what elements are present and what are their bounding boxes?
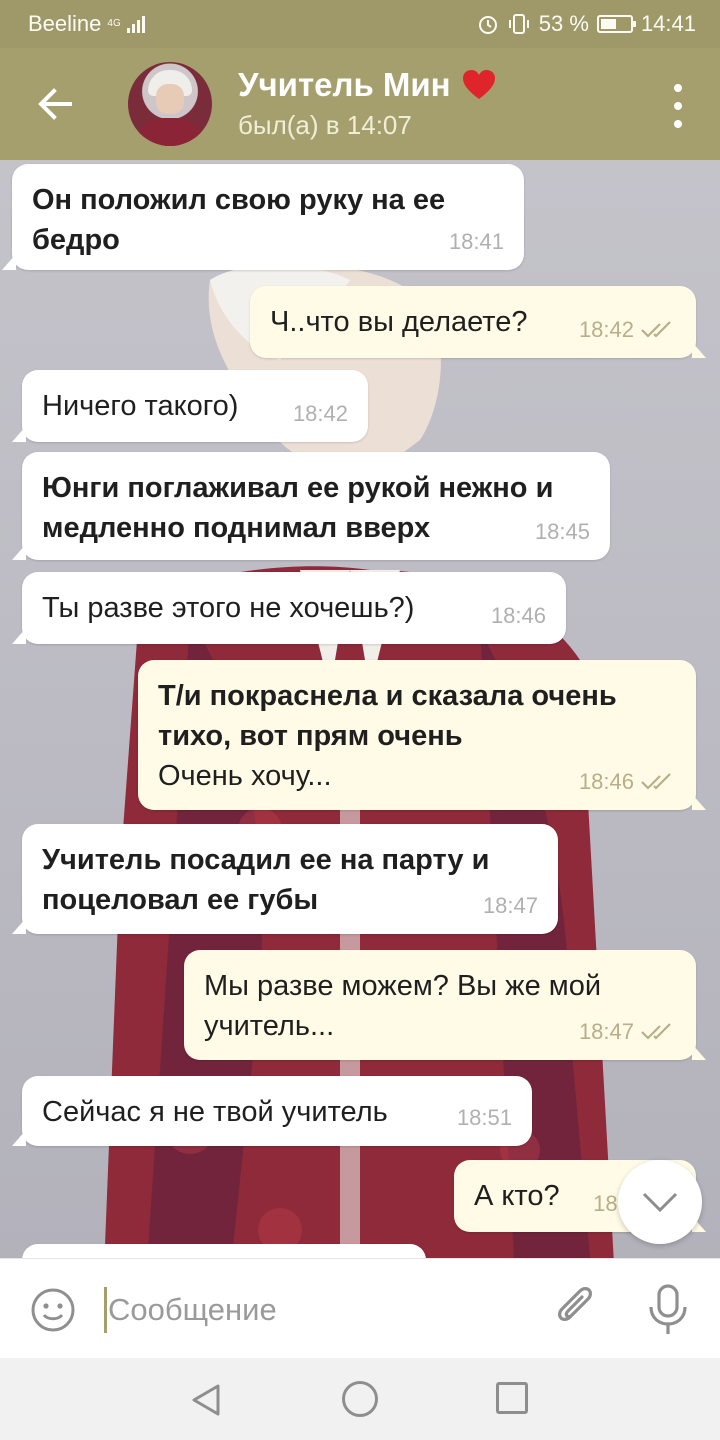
- contact-name: Учитель Мин: [238, 66, 451, 103]
- message-time: 18:42: [578, 317, 634, 342]
- double-check-icon: [641, 773, 671, 790]
- message-bubble[interactable]: [22, 1244, 426, 1258]
- message-bubble[interactable]: Ч..что вы делаете? 18:42: [250, 286, 706, 358]
- message-text: Он положил свою руку на ее бедро: [32, 184, 446, 256]
- message-time: 18:42: [292, 401, 348, 426]
- scroll-down-button[interactable]: [618, 1160, 702, 1244]
- chevron-down-icon: [642, 1192, 678, 1213]
- message-bubble[interactable]: Юнги поглаживал ее рукой нежно и медленн…: [12, 452, 610, 560]
- message-meta: 18:46: [579, 762, 676, 802]
- battery-icon: [596, 15, 636, 33]
- nav-back-icon[interactable]: [188, 1382, 224, 1418]
- message-input[interactable]: [108, 1285, 528, 1335]
- back-arrow-icon[interactable]: [30, 78, 82, 130]
- message-bubble[interactable]: Ты разве этого не хочешь?) 18:46: [12, 572, 566, 644]
- message-text: А кто?: [474, 1180, 560, 1212]
- double-check-icon: [641, 321, 671, 338]
- message-text: Ч..что вы делаете?: [270, 306, 528, 338]
- battery-percent: 53 %: [538, 11, 589, 36]
- message-text-bold: Т/и покраснела и сказала очень тихо, вот…: [158, 680, 617, 752]
- message-time: 18:47: [578, 1019, 634, 1044]
- message-bubble[interactable]: Мы разве можем? Вы же мой учитель... 18:…: [184, 950, 706, 1060]
- message-text: Учитель посадил ее на парту и поцеловал …: [42, 844, 490, 916]
- message-time: 18:47: [482, 893, 538, 918]
- nav-recents-icon[interactable]: [496, 1382, 528, 1414]
- heart-icon: [462, 70, 495, 99]
- message-text: Ничего такого): [42, 390, 239, 422]
- message-time: 18:41: [448, 229, 504, 254]
- message-text: Ты разве этого не хочешь?): [42, 592, 415, 624]
- avatar[interactable]: [128, 62, 212, 146]
- message-bubble[interactable]: Он положил свою руку на ее бедро 18:41: [2, 164, 524, 270]
- clock: 14:41: [640, 11, 696, 36]
- message-text: Мы разве можем? Вы же мой учитель...: [204, 970, 602, 1042]
- message-bubble[interactable]: Ничего такого) 18:42: [12, 370, 368, 442]
- status-bar: Beeline 4G 53 % 14:41: [0, 0, 720, 48]
- double-check-icon: [641, 1023, 671, 1040]
- contact-title[interactable]: Учитель Мин: [238, 66, 497, 104]
- signal-icon: [126, 15, 145, 33]
- vibrate-icon: [508, 14, 529, 34]
- chat-area[interactable]: Он положил свою руку на ее бедро 18:41 Ч…: [0, 160, 720, 1258]
- message-time: 18:46: [578, 769, 634, 794]
- emoji-icon[interactable]: [30, 1287, 76, 1333]
- alarm-icon: [478, 16, 497, 34]
- message-composer: [0, 1258, 720, 1358]
- system-nav-bar: [0, 1358, 720, 1440]
- microphone-icon[interactable]: [646, 1283, 690, 1337]
- more-vert-icon[interactable]: [666, 84, 690, 128]
- message-time: 18:51: [456, 1105, 512, 1130]
- paperclip-icon[interactable]: [552, 1285, 600, 1333]
- chat-header: Учитель Мин был(а) в 14:07: [0, 48, 720, 160]
- message-meta: 18:42: [579, 310, 676, 350]
- message-bubble[interactable]: Учитель посадил ее на парту и поцеловал …: [12, 824, 558, 934]
- last-seen: был(а) в 14:07: [238, 110, 412, 140]
- message-meta: 18:47: [579, 1012, 676, 1052]
- network-type: 4G: [107, 18, 121, 29]
- message-text: Сейчас я не твой учитель: [42, 1096, 388, 1128]
- message-bubble[interactable]: Т/и покраснела и сказала очень тихо, вот…: [138, 660, 706, 810]
- carrier-name: Beeline: [28, 11, 102, 36]
- text-caret: [104, 1287, 107, 1333]
- message-time: 18:45: [534, 519, 590, 544]
- message-bubble[interactable]: Сейчас я не твой учитель 18:51: [12, 1076, 532, 1146]
- message-time: 18:46: [490, 603, 546, 628]
- nav-home-icon[interactable]: [342, 1381, 378, 1417]
- message-text: Очень хочу...: [158, 760, 332, 792]
- message-text: Юнги поглаживал ее рукой нежно и медленн…: [42, 472, 554, 544]
